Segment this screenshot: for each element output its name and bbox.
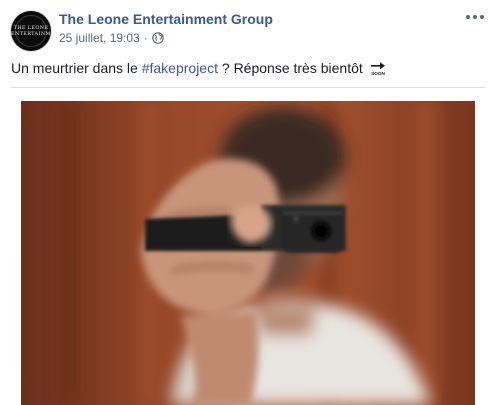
hashtag-link[interactable]: #fakeproject xyxy=(142,60,218,76)
soon-arrow-emoji: SOON xyxy=(369,60,387,76)
globe-icon[interactable] xyxy=(151,32,164,44)
post-text-before: Un meurtrier dans le xyxy=(11,60,142,76)
more-dot xyxy=(473,15,477,19)
page-avatar[interactable]: THE LEONE ENTERTAINMENT xyxy=(11,11,51,51)
meta-separator: · xyxy=(143,31,148,45)
man-pointing-gun-image xyxy=(21,101,475,405)
post-text: Un meurtrier dans le #fakeproject ? Répo… xyxy=(11,59,485,77)
avatar-logo-line: ENTERTAINMENT xyxy=(11,31,51,37)
soon-emoji-label: SOON xyxy=(371,71,385,76)
post-meta: 25 juillet, 19:03 · xyxy=(59,31,164,45)
more-dot xyxy=(480,15,484,19)
more-dot xyxy=(466,15,470,19)
more-horizontal-icon[interactable] xyxy=(463,10,487,24)
post-text-after: ? Réponse très bientôt xyxy=(218,60,367,76)
facebook-post: THE LEONE ENTERTAINMENT The Leone Entert… xyxy=(0,0,495,405)
page-name-link[interactable]: The Leone Entertainment Group xyxy=(59,11,273,27)
post-divider xyxy=(11,87,485,88)
avatar-logo-text: THE LEONE ENTERTAINMENT xyxy=(11,25,51,37)
post-photo[interactable] xyxy=(21,101,475,405)
post-timestamp[interactable]: 25 juillet, 19:03 xyxy=(59,31,140,45)
